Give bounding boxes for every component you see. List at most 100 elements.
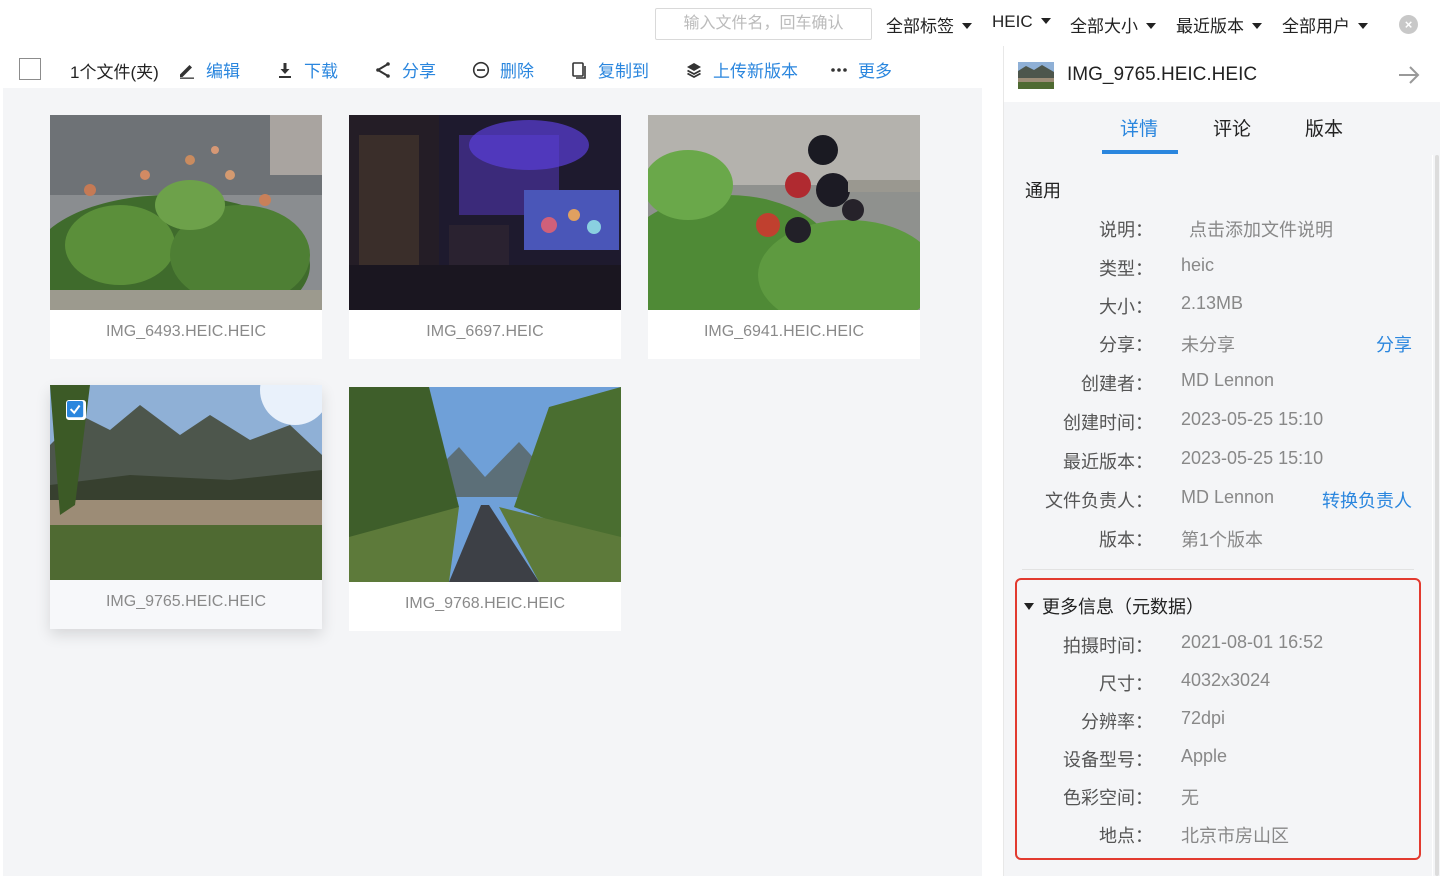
meta-value: Apple	[1181, 746, 1228, 766]
upload-version-label: 上传新版本	[713, 62, 798, 81]
file-name: IMG_9765.HEIC.HEIC	[105, 593, 267, 610]
share-button[interactable]: 分享	[374, 57, 436, 82]
type-filter-dropdown[interactable]: HEIC	[992, 12, 1051, 32]
caret-down-icon	[1040, 18, 1051, 24]
share-icon	[376, 61, 390, 78]
caret-down-icon	[962, 23, 972, 29]
meta-value: 72dpi	[1181, 708, 1226, 728]
search-input[interactable]: 输入文件名，回车确认	[655, 8, 872, 40]
upload-version-button[interactable]: 上传新版本	[685, 57, 798, 82]
meta-value: 2021-08-01 16:52	[1181, 632, 1324, 652]
detail-label: 创建时间：	[1063, 413, 1153, 433]
delete-label: 删除	[500, 62, 534, 81]
edit-button[interactable]: 编辑	[178, 57, 240, 82]
meta-label: 拍摄时间：	[1063, 636, 1153, 656]
detail-row-creator: 创建者： MD Lennon	[1004, 370, 1432, 396]
detail-row-type: 类型： heic	[1004, 255, 1432, 281]
meta-value: 4032x3024	[1181, 670, 1271, 690]
copy-icon	[572, 61, 586, 79]
edit-label: 编辑	[206, 62, 240, 81]
detail-label: 版本：	[1099, 530, 1153, 550]
file-checkbox[interactable]	[66, 400, 86, 420]
meta-row-color-space: 色彩空间： 无	[1004, 784, 1432, 810]
meta-row-capture-time: 拍摄时间： 2021-08-01 16:52	[1004, 632, 1432, 658]
arrow-right-icon[interactable]	[1396, 62, 1422, 88]
metadata-toggle[interactable]: 更多信息（元数据）	[1024, 593, 1204, 619]
detail-value: MD Lennon	[1181, 487, 1275, 507]
transfer-owner-link[interactable]: 转换负责人	[1322, 487, 1412, 513]
meta-row-location: 地点： 北京市房山区	[1004, 822, 1432, 848]
detail-row-created-time: 创建时间： 2023-05-25 15:10	[1004, 409, 1432, 435]
detail-label: 大小：	[1099, 297, 1153, 317]
caret-down-icon	[1146, 23, 1156, 29]
detail-row-latest-version: 最近版本： 2023-05-25 15:10	[1004, 448, 1432, 474]
tab-comments[interactable]: 评论	[1213, 114, 1251, 141]
meta-row-resolution: 分辨率： 72dpi	[1004, 708, 1432, 734]
detail-value: 第1个版本	[1181, 530, 1264, 550]
file-card[interactable]: IMG_9768.HEIC.HEIC	[349, 387, 621, 631]
clear-filters-icon[interactable]: ×	[1399, 15, 1418, 34]
tag-filter-label: 全部标签	[886, 17, 954, 36]
detail-label: 分享：	[1099, 335, 1153, 355]
version-filter-dropdown[interactable]: 最近版本	[1176, 12, 1262, 37]
meta-label: 尺寸：	[1099, 674, 1153, 694]
file-card[interactable]: IMG_6697.HEIC	[349, 115, 621, 359]
file-thumbnail	[50, 385, 322, 580]
pencil-icon	[180, 64, 194, 79]
file-thumbnail	[349, 115, 621, 310]
file-gallery: IMG_6493.HEIC.HEIC IMG_6697.HEIC IMG_694…	[3, 88, 982, 876]
user-filter-label: 全部用户	[1282, 17, 1350, 36]
detail-value: MD Lennon	[1181, 370, 1275, 390]
tab-details[interactable]: 详情	[1120, 114, 1158, 141]
filter-bar: 输入文件名，回车确认 全部标签 HEIC 全部大小 最近版本 全部用户 ×	[0, 0, 1440, 46]
panel-body: 通用 说明： 点击添加文件说明 类型： heic 大小： 2.13MB 分享： …	[1004, 155, 1432, 876]
tab-versions[interactable]: 版本	[1305, 114, 1343, 141]
file-name: IMG_6697.HEIC	[426, 323, 544, 340]
file-thumbnail	[648, 115, 920, 310]
detail-label: 类型：	[1099, 259, 1153, 279]
download-icon	[279, 62, 291, 78]
layers-icon	[687, 62, 701, 78]
panel-scrollbar[interactable]	[1433, 155, 1440, 876]
meta-row-dimensions: 尺寸： 4032x3024	[1004, 670, 1432, 696]
detail-value: heic	[1181, 255, 1215, 275]
detail-value: 未分享	[1181, 335, 1235, 355]
detail-value: 2023-05-25 15:10	[1181, 448, 1324, 468]
detail-label: 创建者：	[1081, 374, 1153, 394]
size-filter-dropdown[interactable]: 全部大小	[1070, 12, 1156, 37]
meta-value: 北京市房山区	[1181, 826, 1289, 846]
download-button[interactable]: 下载	[276, 57, 338, 82]
user-filter-dropdown[interactable]: 全部用户	[1282, 12, 1368, 37]
caret-down-icon	[1358, 23, 1368, 29]
scrollbar-thumb[interactable]	[1435, 155, 1439, 876]
detail-label: 文件负责人：	[1045, 491, 1153, 511]
ellipsis-icon	[831, 67, 847, 72]
detail-row-version: 版本： 第1个版本	[1004, 526, 1432, 552]
section-title: 通用	[1025, 181, 1061, 201]
selection-count: 1个文件(夹)	[70, 63, 159, 82]
meta-label: 色彩空间：	[1063, 788, 1153, 808]
file-card-selected[interactable]: IMG_9765.HEIC.HEIC	[50, 385, 322, 629]
panel-title: IMG_9765.HEIC.HEIC	[1067, 64, 1258, 85]
meta-label: 设备型号：	[1063, 750, 1153, 770]
detail-label: 最近版本：	[1063, 452, 1153, 472]
detail-value: 2.13MB	[1181, 293, 1244, 313]
more-button[interactable]: 更多	[830, 57, 892, 82]
detail-row-share: 分享： 未分享 分享	[1004, 331, 1432, 357]
version-filter-label: 最近版本	[1176, 17, 1244, 36]
detail-row-owner: 文件负责人： MD Lennon 转换负责人	[1004, 487, 1432, 513]
copy-to-button[interactable]: 复制到	[570, 57, 649, 82]
add-description-link[interactable]: 点击添加文件说明	[1189, 216, 1333, 242]
download-label: 下载	[304, 62, 338, 81]
file-card[interactable]: IMG_6941.HEIC.HEIC	[648, 115, 920, 359]
file-name: IMG_6493.HEIC.HEIC	[105, 323, 267, 340]
file-card[interactable]: IMG_6493.HEIC.HEIC	[50, 115, 322, 359]
tag-filter-dropdown[interactable]: 全部标签	[886, 12, 972, 37]
type-filter-label: HEIC	[992, 12, 1033, 31]
select-all-checkbox[interactable]	[19, 58, 41, 80]
meta-row-device: 设备型号： Apple	[1004, 746, 1432, 772]
file-name: IMG_6941.HEIC.HEIC	[703, 323, 865, 340]
share-link[interactable]: 分享	[1376, 331, 1412, 357]
delete-button[interactable]: 删除	[472, 57, 534, 82]
detail-row-size: 大小： 2.13MB	[1004, 293, 1432, 319]
